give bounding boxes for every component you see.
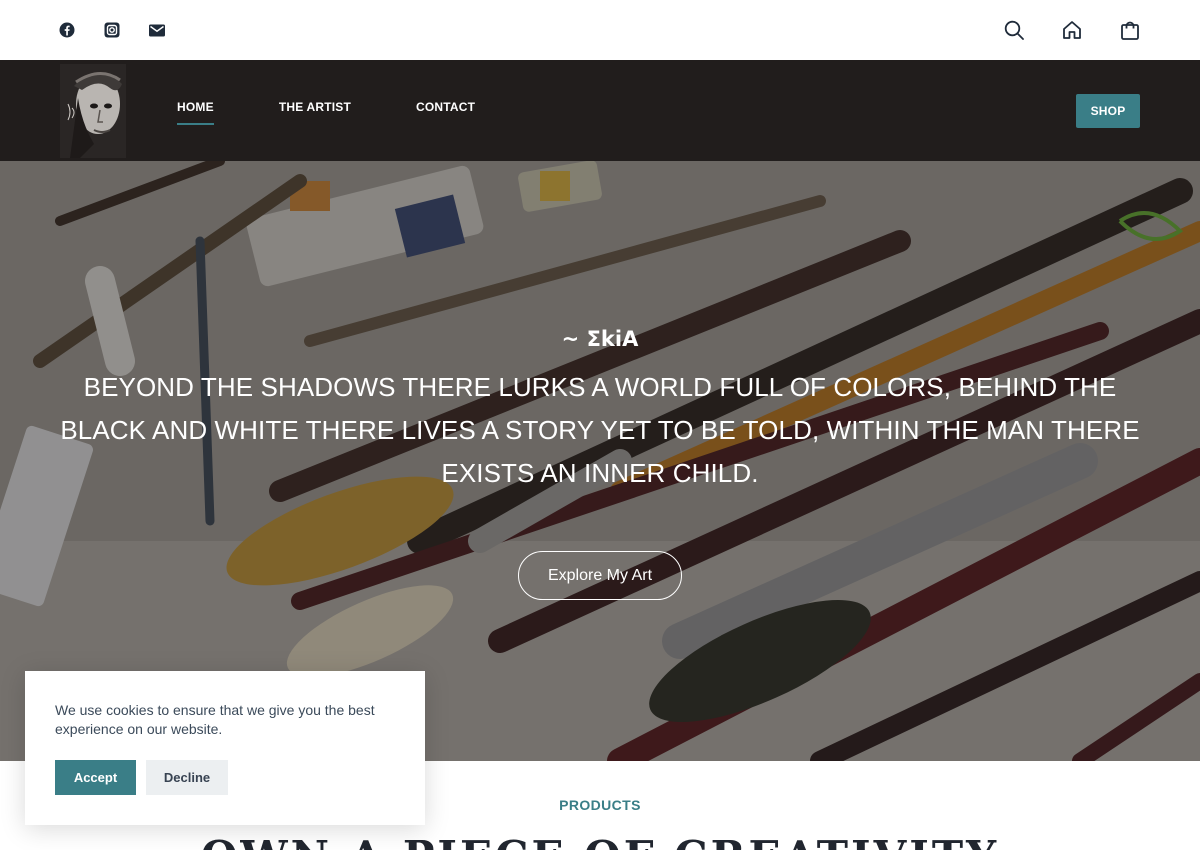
- shopping-bag-icon[interactable]: [1120, 18, 1140, 42]
- shop-button[interactable]: SHOP: [1076, 94, 1140, 128]
- header-tools: [1004, 18, 1140, 42]
- facebook-icon[interactable]: [58, 20, 76, 40]
- hero-title: BEYOND THE SHADOWS THERE LURKS A WORLD F…: [60, 372, 1140, 488]
- top-bar: [0, 0, 1200, 60]
- instagram-icon[interactable]: [103, 20, 121, 40]
- cookie-message: We use cookies to ensure that we give yo…: [55, 702, 375, 737]
- nav-contact[interactable]: CONTACT: [416, 100, 475, 114]
- cookie-accept-button[interactable]: Accept: [55, 760, 136, 795]
- nav-the-artist[interactable]: THE ARTIST: [279, 100, 351, 114]
- search-icon[interactable]: [1004, 18, 1024, 42]
- main-nav: HOME THE ARTIST CONTACT: [177, 100, 475, 125]
- cookie-banner: We use cookies to ensure that we give yo…: [25, 671, 425, 825]
- home-icon[interactable]: [1062, 18, 1082, 42]
- site-logo[interactable]: [60, 64, 126, 158]
- mail-icon[interactable]: [148, 20, 166, 40]
- products-heading: OWN A PIECE OF CREATIVITY: [0, 832, 1200, 850]
- social-links: [58, 20, 166, 40]
- nav-home[interactable]: HOME: [177, 100, 214, 125]
- hero-subtitle: ~ ΣkiA: [561, 327, 639, 351]
- cookie-decline-button[interactable]: Decline: [146, 760, 228, 795]
- explore-art-button[interactable]: Explore My Art: [518, 551, 682, 600]
- main-header: HOME THE ARTIST CONTACT SHOP: [0, 60, 1200, 161]
